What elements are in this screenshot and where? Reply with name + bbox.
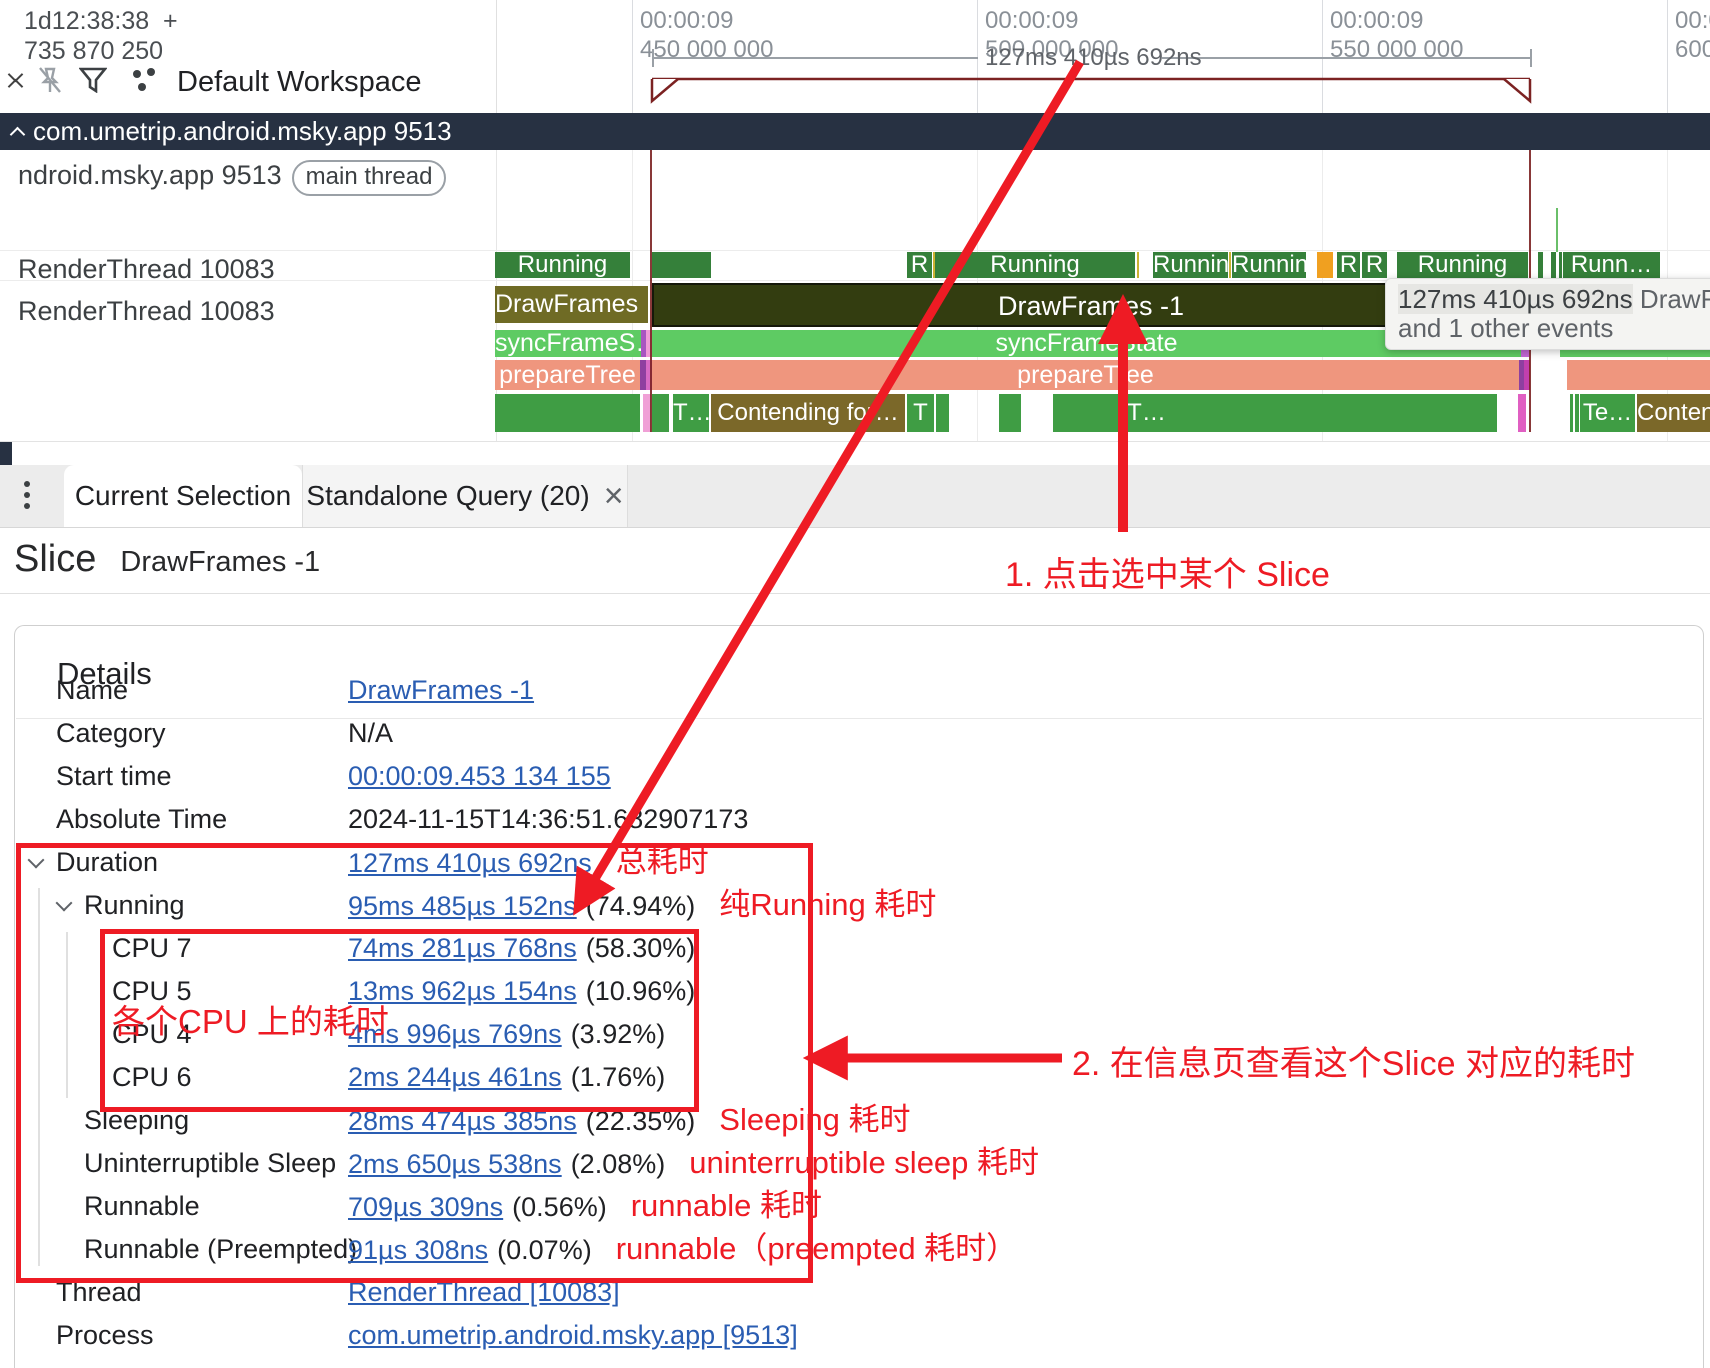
slice-syncframestate-prev[interactable]: syncFrameS… bbox=[495, 330, 641, 357]
collapse-tracks-icon[interactable] bbox=[10, 73, 21, 92]
filter-icon[interactable] bbox=[79, 67, 107, 98]
divider bbox=[496, 0, 497, 113]
measure-tick bbox=[1530, 49, 1532, 67]
slice-running[interactable]: Running bbox=[1232, 252, 1306, 278]
slice-contending[interactable]: Conten bbox=[1637, 394, 1710, 432]
measure-line bbox=[1162, 57, 1532, 59]
slice-running[interactable]: R bbox=[1337, 252, 1360, 278]
details-row-absolute-time: Absolute Time 2024-11-15T14:36:51.6829071… bbox=[0, 802, 1710, 836]
detail-value: 2024-11-15T14:36:51.682907173 bbox=[348, 802, 748, 836]
process-name: com.umetrip.android.msky.app 9513 bbox=[33, 116, 452, 147]
detail-value: com.umetrip.android.msky.app [9513] bbox=[348, 1318, 798, 1352]
details-row-name: Name DrawFrames -1 bbox=[0, 673, 1710, 707]
perfetto-trace-viewer: 1d12:38:38 + 735 870 250 Default Workspa… bbox=[0, 0, 1710, 1368]
detail-value-link[interactable]: DrawFrames -1 bbox=[348, 675, 534, 705]
track-label-renderthread-1[interactable]: RenderThread 10083 bbox=[18, 254, 275, 285]
slice-sched-strip[interactable] bbox=[495, 394, 640, 432]
detail-panel-tabbar: Current Selection Standalone Query (20)× bbox=[0, 465, 1710, 528]
measure-line bbox=[652, 57, 978, 59]
time-tick: 00:00:09450 000 000 bbox=[640, 6, 773, 64]
gridline bbox=[1667, 0, 1668, 113]
selected-slice-name: DrawFrames -1 bbox=[120, 546, 320, 579]
process-group-header[interactable]: com.umetrip.android.msky.app 9513 bbox=[0, 113, 1710, 150]
slice-running[interactable]: Running bbox=[1153, 252, 1228, 278]
chevron-up-icon bbox=[10, 127, 26, 143]
divider bbox=[0, 593, 1710, 594]
slice-sched[interactable]: T bbox=[907, 394, 934, 432]
slice-running[interactable]: Running bbox=[495, 252, 630, 278]
slice-sched-strip[interactable]: T… bbox=[1053, 394, 1240, 432]
slice-sched-strip[interactable] bbox=[1240, 394, 1362, 432]
slice-running[interactable]: R bbox=[907, 252, 932, 278]
detail-value-link[interactable]: 00:00:09.453 134 155 bbox=[348, 761, 611, 791]
workspace-icon[interactable] bbox=[129, 66, 159, 99]
vsync-marker bbox=[1556, 208, 1558, 252]
slice-sched[interactable]: T… bbox=[673, 394, 709, 432]
slice-panel-title: Slice DrawFrames -1 bbox=[14, 538, 320, 586]
slice-sched[interactable] bbox=[1570, 394, 1573, 432]
detail-label: Category bbox=[56, 716, 166, 750]
detail-value: DrawFrames -1 bbox=[348, 673, 534, 707]
detail-label: Name bbox=[56, 673, 128, 707]
slice-contending[interactable]: Contending for… bbox=[711, 394, 905, 432]
trace-clock-offset: 1d12:38:38 + 735 870 250 bbox=[24, 6, 178, 66]
gridline bbox=[632, 0, 633, 113]
selection-start-line bbox=[650, 150, 652, 432]
slice-preparetree[interactable]: prepareTree bbox=[652, 360, 1519, 390]
measure-tick bbox=[652, 49, 654, 67]
hover-tooltip: 127ms 410µs 692ns DrawFrame and 1 other … bbox=[1385, 278, 1710, 350]
slice-sched[interactable]: Te… bbox=[1580, 394, 1635, 432]
timeline-header[interactable]: 1d12:38:38 + 735 870 250 Default Workspa… bbox=[0, 0, 1710, 114]
details-row-start-time: Start time 00:00:09.453 134 155 bbox=[0, 759, 1710, 793]
track-label-main-thread[interactable]: ndroid.msky.app 9513main thread bbox=[18, 160, 446, 196]
detail-value-link[interactable]: com.umetrip.android.msky.app [9513] bbox=[348, 1320, 798, 1350]
detail-label: Start time bbox=[56, 759, 172, 793]
panel-kind: Slice bbox=[14, 538, 96, 581]
slice-sched-strip[interactable] bbox=[936, 394, 949, 432]
slice-sched[interactable] bbox=[1575, 394, 1579, 432]
slice-preparetree-prev[interactable]: prepareTree bbox=[495, 360, 640, 390]
slice-running[interactable] bbox=[1559, 252, 1562, 278]
track-label-renderthread-2[interactable]: RenderThread 10083 bbox=[18, 296, 275, 327]
detail-label: Process bbox=[56, 1318, 154, 1352]
slice-running[interactable] bbox=[1551, 252, 1556, 278]
slice-running[interactable]: R bbox=[1362, 252, 1387, 278]
header-toolbar: Default Workspace bbox=[10, 62, 421, 102]
slice-sched-strip[interactable] bbox=[1362, 394, 1497, 432]
slice-drawframes-prev[interactable]: DrawFrames … bbox=[495, 286, 648, 323]
annotation-step1: 1. 点击选中某个 Slice bbox=[1005, 547, 1330, 596]
detail-value: 00:00:09.453 134 155 bbox=[348, 759, 611, 793]
slice-running[interactable]: Running bbox=[1397, 252, 1528, 278]
slice-running[interactable] bbox=[652, 252, 711, 278]
pin-disabled-icon[interactable] bbox=[35, 65, 65, 100]
kebab-menu-icon[interactable] bbox=[24, 481, 30, 514]
tab-current-selection[interactable]: Current Selection bbox=[64, 465, 302, 527]
slice-sched[interactable] bbox=[999, 394, 1021, 432]
measure-duration-label: 127ms 410µs 692ns bbox=[985, 44, 1202, 72]
slice-running[interactable]: Running bbox=[935, 252, 1135, 278]
slice-preparetree-next[interactable] bbox=[1567, 360, 1710, 390]
slice-sched[interactable] bbox=[652, 394, 669, 432]
close-icon[interactable]: × bbox=[604, 477, 624, 515]
slice-running[interactable] bbox=[1538, 252, 1543, 278]
slice-runnable-orange[interactable] bbox=[1317, 252, 1333, 278]
time-tick: 00:00:09550 000 000 bbox=[1330, 6, 1463, 64]
time-tick: 00:00:09600 000 000 bbox=[1675, 6, 1710, 64]
slice-marker[interactable] bbox=[1518, 394, 1526, 432]
detail-value: N/A bbox=[348, 716, 393, 750]
workspace-selector[interactable]: Default Workspace bbox=[177, 66, 421, 99]
details-row-process: Process com.umetrip.android.msky.app [951… bbox=[0, 1318, 1710, 1352]
slice-running[interactable]: Runn… bbox=[1563, 252, 1660, 278]
detail-label: Absolute Time bbox=[56, 802, 227, 836]
annotation-step2: 2. 在信息页查看这个Slice 对应的耗时 bbox=[1072, 1036, 1635, 1085]
main-thread-pill: main thread bbox=[292, 160, 447, 196]
details-row-category: Category N/A bbox=[0, 716, 1710, 750]
annotation-cpu-note: 各个CPU 上的耗时 bbox=[112, 995, 389, 1043]
tab-standalone-query[interactable]: Standalone Query (20)× bbox=[302, 465, 628, 527]
